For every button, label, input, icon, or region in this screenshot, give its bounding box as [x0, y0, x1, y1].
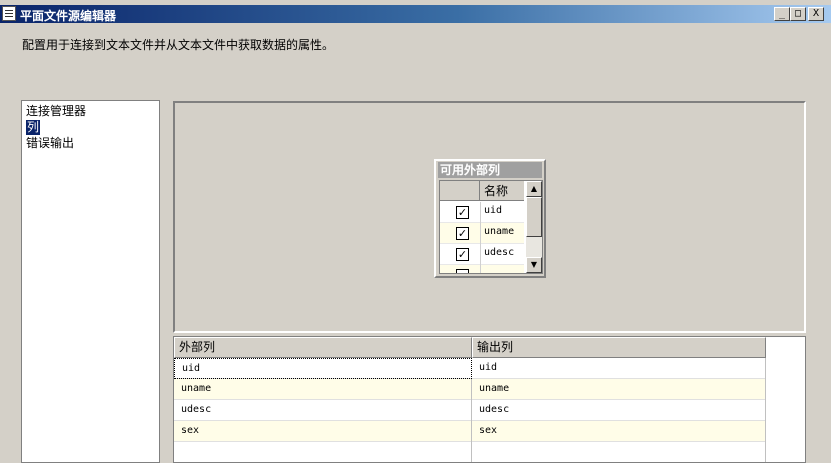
- external-column-cell[interactable]: uid: [174, 358, 472, 379]
- output-column-cell[interactable]: uid: [472, 358, 766, 379]
- external-column-cell[interactable]: udesc: [174, 400, 472, 421]
- row-separator: [480, 202, 481, 223]
- available-column-row[interactable]: ✓ uid: [440, 202, 524, 223]
- available-column-row[interactable]: ✓ udesc: [440, 244, 524, 265]
- column-mapping-grid: 外部列 输出列 uid uid uname uname udesc udesc …: [173, 336, 806, 463]
- mapping-row[interactable]: udesc udesc: [174, 400, 766, 421]
- nav-item-connection-manager[interactable]: 连接管理器: [26, 104, 86, 119]
- column-checkbox[interactable]: ✓: [456, 206, 469, 219]
- nav-item-error-output[interactable]: 错误输出: [26, 136, 74, 151]
- available-columns-panel[interactable]: 可用外部列 名称 ✓ uid ✓ uname ✓ udesc ▲ ▼: [434, 159, 546, 278]
- nav-list: 连接管理器 列 错误输出: [21, 100, 160, 463]
- column-checkbox[interactable]: [456, 269, 469, 273]
- output-column-cell[interactable]: [472, 442, 766, 462]
- output-column-cell[interactable]: sex: [472, 421, 766, 442]
- external-column-cell[interactable]: [174, 442, 472, 462]
- row-separator: [480, 244, 481, 265]
- available-column-row[interactable]: ✓ uname: [440, 223, 524, 244]
- output-column-cell[interactable]: udesc: [472, 400, 766, 421]
- mapping-row[interactable]: uid uid: [174, 358, 766, 379]
- scroll-up-icon[interactable]: ▲: [526, 181, 542, 197]
- scroll-thumb[interactable]: [526, 197, 542, 237]
- column-checkbox[interactable]: ✓: [456, 248, 469, 261]
- output-column-header[interactable]: 输出列: [472, 337, 766, 358]
- row-separator: [480, 223, 481, 244]
- available-columns-title: 可用外部列: [438, 162, 542, 178]
- name-column-header[interactable]: 名称: [480, 181, 524, 201]
- mapping-row[interactable]: uname uname: [174, 379, 766, 400]
- scroll-down-icon[interactable]: ▼: [526, 257, 542, 273]
- document-icon: [2, 6, 16, 21]
- column-name: uid: [484, 205, 503, 216]
- mapping-row-empty[interactable]: [174, 442, 766, 462]
- row-separator: [480, 265, 481, 273]
- column-checkbox[interactable]: ✓: [456, 227, 469, 240]
- column-name: udesc: [484, 247, 515, 258]
- external-column-header[interactable]: 外部列: [174, 337, 472, 358]
- external-column-cell[interactable]: uname: [174, 379, 472, 400]
- page-description: 配置用于连接到文本文件并从文本文件中获取数据的属性。: [22, 38, 335, 52]
- minimize-button[interactable]: _: [774, 7, 790, 21]
- mapping-row[interactable]: sex sex: [174, 421, 766, 442]
- window-title: 平面文件源编辑器: [20, 9, 117, 23]
- available-columns-grid: 名称 ✓ uid ✓ uname ✓ udesc ▲ ▼: [439, 180, 543, 274]
- maximize-button[interactable]: □: [790, 7, 806, 21]
- select-all-header[interactable]: [440, 181, 480, 201]
- vertical-scrollbar[interactable]: ▲ ▼: [526, 181, 542, 273]
- output-column-cell[interactable]: uname: [472, 379, 766, 400]
- nav-item-columns[interactable]: 列: [26, 120, 41, 135]
- available-column-row-partial[interactable]: [440, 265, 524, 273]
- title-bar[interactable]: 平面文件源编辑器 _ □ X: [0, 5, 831, 23]
- column-name: uname: [484, 226, 515, 237]
- external-column-cell[interactable]: sex: [174, 421, 472, 442]
- close-button[interactable]: X: [808, 7, 824, 21]
